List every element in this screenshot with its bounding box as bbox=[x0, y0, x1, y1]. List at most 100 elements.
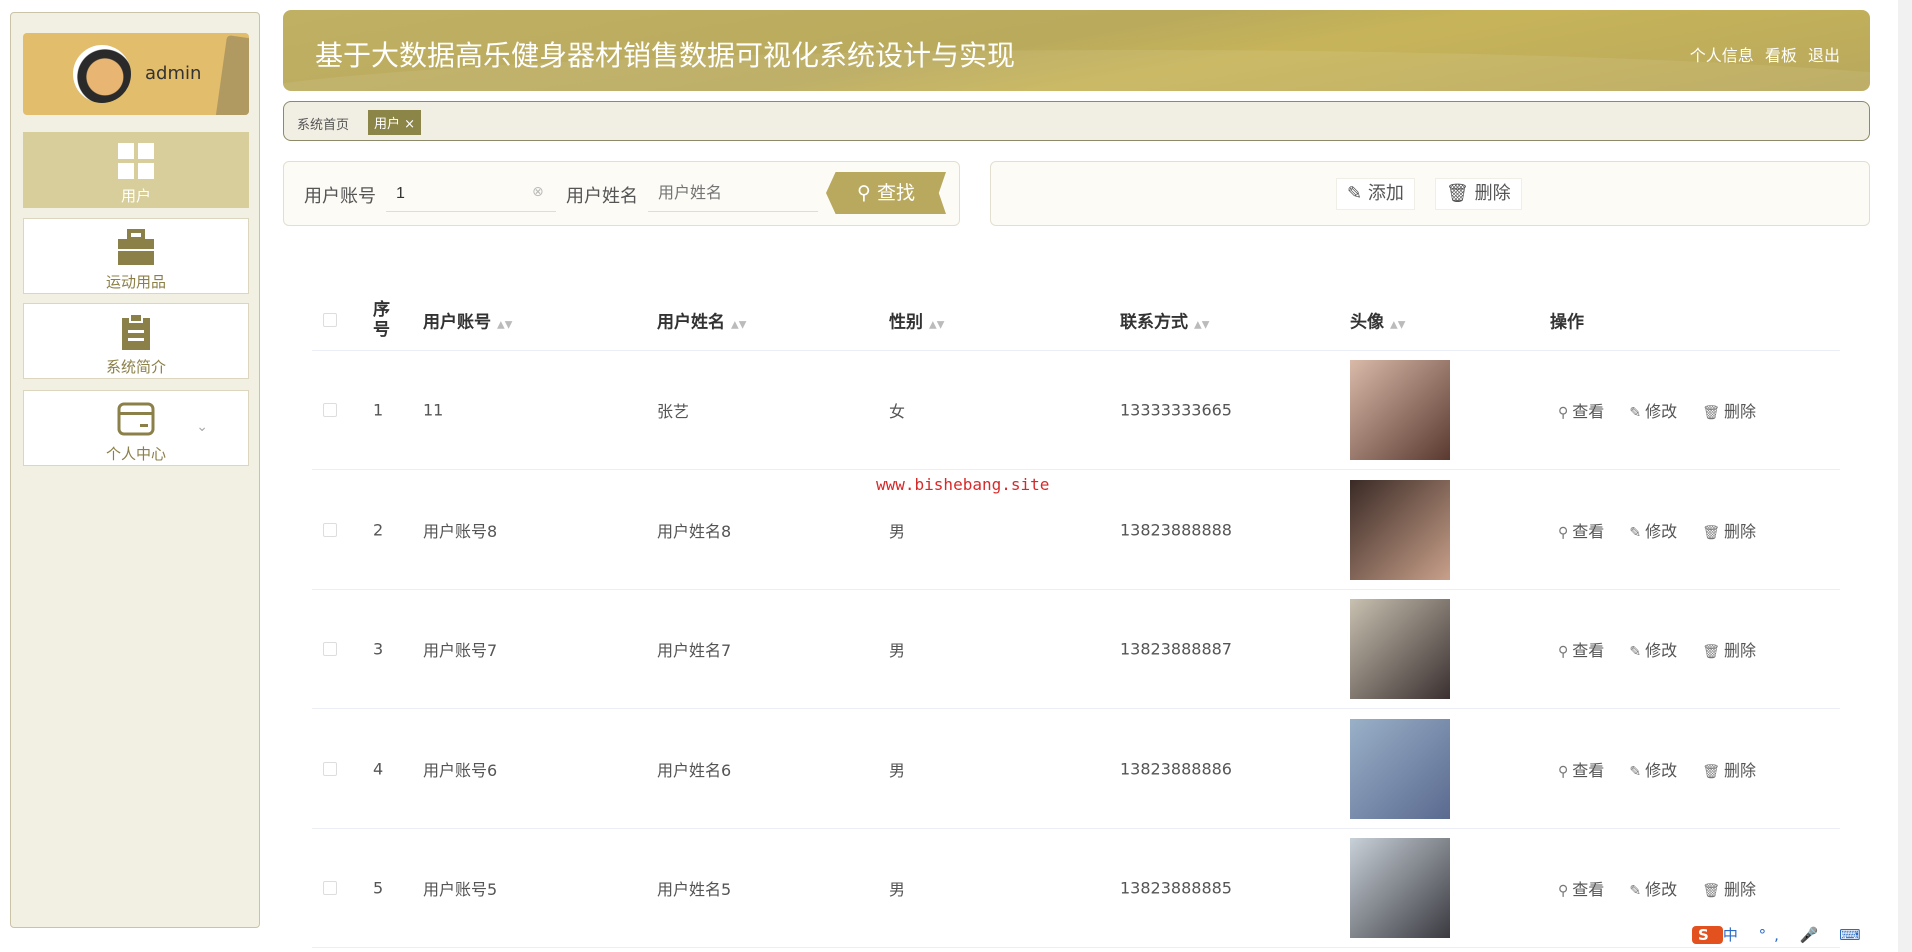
briefcase-icon bbox=[116, 227, 156, 267]
user-card: admin bbox=[23, 33, 249, 115]
user-avatar-image[interactable] bbox=[1350, 719, 1450, 819]
account-input[interactable] bbox=[386, 176, 556, 212]
row-checkbox[interactable] bbox=[323, 403, 337, 417]
view-button[interactable]: ⚲查看 bbox=[1558, 880, 1604, 899]
name-input[interactable] bbox=[648, 176, 818, 212]
delete-button[interactable]: 🗑 删除 bbox=[1435, 178, 1522, 210]
search-icon: ⚲ bbox=[1558, 405, 1568, 421]
chevron-down-icon: ⌄ bbox=[196, 419, 208, 435]
col-name[interactable]: 用户姓名▲▼ bbox=[657, 308, 746, 333]
sort-icon: ▲▼ bbox=[1390, 320, 1405, 331]
cell-phone: 13333333665 bbox=[1120, 401, 1232, 420]
sort-icon: ▲▼ bbox=[731, 320, 746, 331]
avatar bbox=[73, 45, 131, 103]
card-icon bbox=[116, 399, 156, 439]
cell-gender: 男 bbox=[889, 757, 905, 781]
dashboard-link[interactable]: 看板 bbox=[1765, 46, 1797, 65]
search-icon: ⚲ bbox=[1558, 883, 1568, 899]
table-row: 4用户账号6用户姓名6男13823888886 ⚲查看 ✎修改 🗑删除 bbox=[312, 710, 1840, 829]
cell-no: 5 bbox=[373, 879, 383, 898]
sidebar-item-users[interactable]: 用户 bbox=[23, 132, 249, 208]
sort-icon: ▲▼ bbox=[929, 320, 944, 331]
cell-no: 3 bbox=[373, 640, 383, 659]
clipboard-icon bbox=[116, 312, 156, 352]
col-gender[interactable]: 性别▲▼ bbox=[889, 308, 944, 333]
action-panel: ✎ 添加 🗑 删除 bbox=[990, 161, 1870, 226]
cell-no: 1 bbox=[373, 401, 383, 420]
scrollbar[interactable] bbox=[1898, 0, 1912, 952]
cell-gender: 男 bbox=[889, 637, 905, 661]
row-checkbox[interactable] bbox=[323, 642, 337, 656]
sogou-icon: S bbox=[1692, 926, 1723, 944]
view-button[interactable]: ⚲查看 bbox=[1558, 641, 1604, 660]
sidebar-item-personal-center[interactable]: 个人中心 ⌄ bbox=[23, 390, 249, 466]
table-row: 2用户账号8用户姓名8男13823888888 ⚲查看 ✎修改 🗑删除 bbox=[312, 471, 1840, 590]
trash-icon: 🗑 bbox=[1702, 644, 1720, 660]
cell-name: 用户姓名5 bbox=[657, 876, 731, 900]
edit-button[interactable]: ✎修改 bbox=[1629, 402, 1677, 421]
page-title: 基于大数据高乐健身器材销售数据可视化系统设计与实现 bbox=[315, 34, 1015, 74]
edit-button[interactable]: ✎修改 bbox=[1629, 880, 1677, 899]
trash-icon: 🗑 bbox=[1702, 883, 1720, 899]
edit-button[interactable]: ✎修改 bbox=[1629, 522, 1677, 541]
search-icon: ⚲ bbox=[1558, 525, 1568, 541]
sort-icon: ▲▼ bbox=[1194, 320, 1209, 331]
delete-row-button[interactable]: 🗑删除 bbox=[1702, 761, 1756, 780]
sidebar-item-sports-goods[interactable]: 运动用品 bbox=[23, 218, 249, 294]
table-header: 序号 用户账号▲▼ 用户姓名▲▼ 性别▲▼ 联系方式▲▼ 头像▲▼ 操作 bbox=[312, 290, 1840, 351]
user-avatar-image[interactable] bbox=[1350, 480, 1450, 580]
delete-row-button[interactable]: 🗑删除 bbox=[1702, 402, 1756, 421]
add-button[interactable]: ✎ 添加 bbox=[1336, 178, 1415, 210]
cell-name: 用户姓名8 bbox=[657, 518, 731, 542]
cell-phone: 13823888887 bbox=[1120, 640, 1232, 659]
table-row: 5用户账号5用户姓名5男13823888885 ⚲查看 ✎修改 🗑删除 bbox=[312, 829, 1840, 948]
edit-icon: ✎ bbox=[1629, 883, 1641, 899]
cell-phone: 13823888886 bbox=[1120, 759, 1232, 778]
cell-gender: 男 bbox=[889, 876, 905, 900]
col-actions: 操作 bbox=[1550, 308, 1584, 333]
col-account[interactable]: 用户账号▲▼ bbox=[423, 308, 512, 333]
user-avatar-image[interactable] bbox=[1350, 360, 1450, 460]
row-checkbox[interactable] bbox=[323, 762, 337, 776]
search-button[interactable]: ⚲ 查找 bbox=[826, 172, 946, 214]
col-avatar[interactable]: 头像▲▼ bbox=[1350, 308, 1405, 333]
cell-phone: 13823888888 bbox=[1120, 520, 1232, 539]
view-button[interactable]: ⚲查看 bbox=[1558, 402, 1604, 421]
logout-link[interactable]: 退出 bbox=[1808, 46, 1840, 65]
edit-button[interactable]: ✎修改 bbox=[1629, 761, 1677, 780]
sidebar: admin 用户 运动用品 系统简介 个人中心 ⌄ bbox=[10, 12, 260, 928]
delete-row-button[interactable]: 🗑删除 bbox=[1702, 880, 1756, 899]
col-no: 序号 bbox=[373, 300, 393, 340]
row-checkbox[interactable] bbox=[323, 881, 337, 895]
select-all-checkbox[interactable] bbox=[323, 313, 337, 327]
clear-icon[interactable]: ⊗ bbox=[532, 184, 544, 200]
cell-name: 用户姓名6 bbox=[657, 757, 731, 781]
sidebar-item-system-intro[interactable]: 系统简介 bbox=[23, 303, 249, 379]
row-checkbox[interactable] bbox=[323, 523, 337, 537]
delete-row-button[interactable]: 🗑删除 bbox=[1702, 641, 1756, 660]
trash-icon: 🗑 bbox=[1702, 405, 1720, 421]
cell-account: 用户账号7 bbox=[423, 637, 497, 661]
edit-button[interactable]: ✎修改 bbox=[1629, 641, 1677, 660]
watermark: www.bishebang.site bbox=[876, 475, 1049, 494]
view-button[interactable]: ⚲查看 bbox=[1558, 761, 1604, 780]
name-label: 用户姓名 bbox=[566, 182, 638, 208]
cell-account: 用户账号8 bbox=[423, 518, 497, 542]
user-avatar-image[interactable] bbox=[1350, 599, 1450, 699]
col-phone[interactable]: 联系方式▲▼ bbox=[1120, 308, 1209, 333]
user-avatar-image[interactable] bbox=[1350, 838, 1450, 938]
delete-row-button[interactable]: 🗑删除 bbox=[1702, 522, 1756, 541]
cell-account: 用户账号5 bbox=[423, 876, 497, 900]
tab-users[interactable]: 用户 × bbox=[368, 110, 421, 135]
cell-gender: 男 bbox=[889, 518, 905, 542]
profile-link[interactable]: 个人信息 bbox=[1690, 46, 1754, 65]
edit-icon: ✎ bbox=[1629, 525, 1641, 541]
search-icon: ⚲ bbox=[857, 182, 871, 204]
breadcrumb-home[interactable]: 系统首页 bbox=[297, 114, 349, 133]
cell-name: 张艺 bbox=[657, 398, 689, 422]
trash-icon: 🗑 bbox=[1702, 525, 1720, 541]
view-button[interactable]: ⚲查看 bbox=[1558, 522, 1604, 541]
edit-icon: ✎ bbox=[1629, 644, 1641, 660]
search-icon: ⚲ bbox=[1558, 644, 1568, 660]
cell-name: 用户姓名7 bbox=[657, 637, 731, 661]
